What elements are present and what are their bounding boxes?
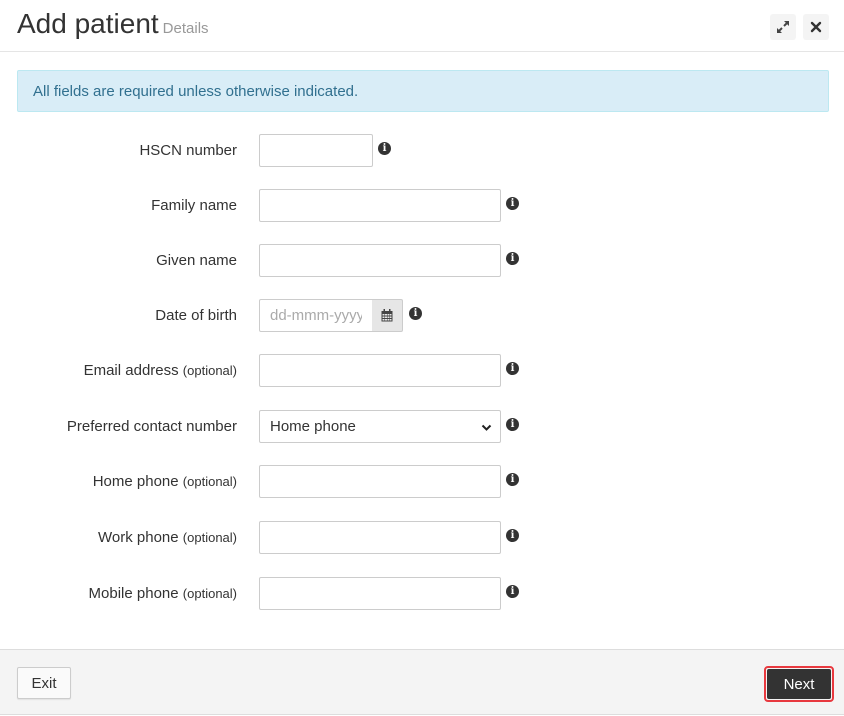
preferred-contact-select[interactable]: Home phone: [259, 410, 501, 443]
required-fields-alert: All fields are required unless otherwise…: [17, 70, 829, 112]
expand-icon: [777, 21, 789, 33]
chevron-down-icon: [481, 424, 492, 431]
dialog-header: Add patient Details: [0, 0, 844, 52]
given-name-row: Given name i: [0, 244, 844, 278]
optional-indicator: (optional): [182, 474, 237, 489]
home-phone-input[interactable]: [259, 465, 501, 498]
email-info-icon[interactable]: i: [506, 362, 519, 375]
preferred-contact-label: Preferred contact number: [66, 418, 237, 435]
family-name-info-icon[interactable]: i: [506, 197, 519, 210]
work-phone-input[interactable]: [259, 521, 501, 554]
email-address-input[interactable]: [259, 354, 501, 387]
family-name-input[interactable]: [259, 189, 501, 222]
family-name-label: Family name: [151, 197, 237, 214]
exit-button[interactable]: Exit: [17, 667, 71, 699]
given-name-input[interactable]: [259, 244, 501, 277]
work-phone-info-icon[interactable]: i: [506, 529, 519, 542]
work-phone-row: Work phone (optional) i: [0, 521, 844, 555]
hscn-number-row: HSCN number i: [0, 134, 844, 168]
next-button-focus-ring: Next: [764, 666, 834, 702]
optional-indicator: (optional): [182, 586, 237, 601]
email-address-row: Email address (optional) i: [0, 354, 844, 388]
date-of-birth-info-icon[interactable]: i: [409, 307, 422, 320]
mobile-phone-label: Mobile phone (optional): [89, 585, 237, 602]
dialog-footer: Exit Next: [0, 649, 844, 715]
email-address-label: Email address (optional): [84, 362, 237, 379]
mobile-phone-label-text: Mobile phone: [88, 585, 179, 602]
preferred-contact-selected: Home phone: [270, 418, 356, 435]
next-button[interactable]: Next: [767, 669, 831, 699]
dialog-subtitle: Details: [162, 20, 209, 37]
email-address-label-text: Email address: [83, 362, 179, 379]
hscn-number-label: HSCN number: [139, 142, 237, 159]
work-phone-label-text: Work phone: [98, 529, 179, 546]
mobile-phone-info-icon[interactable]: i: [506, 585, 519, 598]
date-of-birth-label: Date of birth: [155, 307, 237, 324]
optional-indicator: (optional): [182, 530, 237, 545]
home-phone-info-icon[interactable]: i: [506, 473, 519, 486]
mobile-phone-input[interactable]: [259, 577, 501, 610]
calendar-icon: [381, 309, 393, 322]
dialog-title: Add patient Details: [17, 8, 209, 40]
mobile-phone-row: Mobile phone (optional) i: [0, 577, 844, 611]
work-phone-label: Work phone (optional): [98, 529, 237, 546]
expand-button[interactable]: [770, 14, 796, 40]
home-phone-label-text: Home phone: [92, 473, 179, 490]
given-name-label: Given name: [156, 252, 237, 269]
preferred-contact-row: Preferred contact number Home phone i: [0, 410, 844, 444]
family-name-row: Family name i: [0, 189, 844, 223]
date-of-birth-input[interactable]: [259, 299, 373, 332]
hscn-number-input[interactable]: [259, 134, 373, 167]
home-phone-label: Home phone (optional): [93, 473, 237, 490]
close-button[interactable]: [803, 14, 829, 40]
close-icon: [810, 21, 822, 33]
dialog-title-text: Add patient: [17, 8, 159, 39]
hscn-info-icon[interactable]: i: [378, 142, 391, 155]
calendar-button[interactable]: [372, 299, 403, 332]
given-name-info-icon[interactable]: i: [506, 252, 519, 265]
home-phone-row: Home phone (optional) i: [0, 465, 844, 499]
date-of-birth-row: Date of birth i: [0, 299, 844, 333]
preferred-contact-info-icon[interactable]: i: [506, 418, 519, 431]
optional-indicator: (optional): [182, 363, 237, 378]
